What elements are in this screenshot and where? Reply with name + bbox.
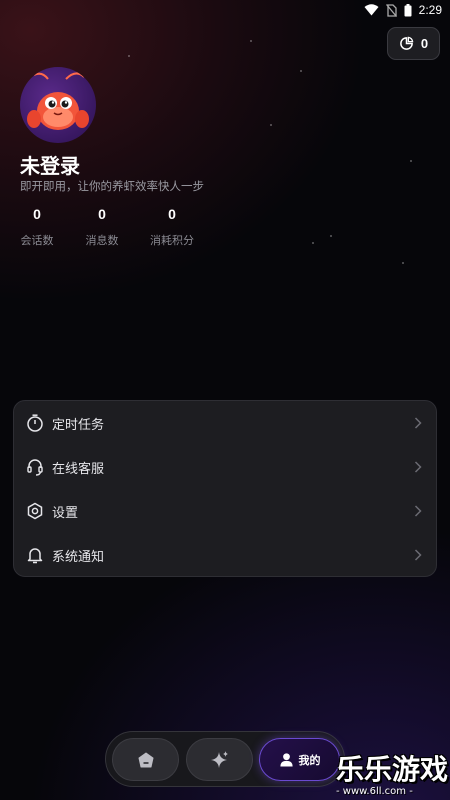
chevron-right-icon (414, 417, 422, 429)
bottom-nav: 我的 (105, 731, 345, 787)
chevron-right-icon (414, 549, 422, 561)
background-star (410, 160, 412, 162)
watermark: 乐乐游戏 - www.6ll.com - (336, 748, 450, 800)
points-value: 0 (420, 36, 429, 51)
stat-value: 0 (168, 206, 176, 222)
background-star (270, 124, 272, 126)
status-time: 2:29 (418, 3, 442, 17)
menu-item-label: 系统通知 (52, 549, 105, 565)
nav-profile-label: 我的 (298, 753, 321, 767)
background-star (330, 235, 332, 237)
stat-value: 0 (98, 206, 106, 222)
stat-label: 会话数 (20, 234, 54, 247)
menu-item-system-notifications[interactable]: 系统通知 (14, 533, 436, 577)
stat-value: 0 (33, 206, 41, 222)
person-icon (279, 753, 293, 767)
chevron-right-icon (414, 505, 422, 517)
nav-home-button[interactable] (112, 738, 179, 781)
menu-item-label: 定时任务 (52, 417, 105, 433)
menu-card: 定时任务 在线客服 设置 系统通知 (13, 400, 437, 577)
stat-label: 消耗积分 (150, 234, 194, 247)
menu-item-customer-service[interactable]: 在线客服 (14, 445, 436, 489)
points-icon (400, 36, 414, 50)
menu-item-scheduled-tasks[interactable]: 定时任务 (14, 401, 436, 445)
menu-item-label: 在线客服 (52, 461, 105, 477)
sparkle-icon (210, 750, 228, 768)
timer-icon (27, 414, 43, 432)
no-sim-icon (385, 3, 397, 17)
background-star (402, 262, 404, 264)
menu-item-label: 设置 (52, 505, 79, 521)
lobster-mascot-icon (27, 72, 89, 130)
background-star (250, 40, 252, 42)
home-icon (138, 752, 153, 767)
nav-ai-button[interactable] (186, 738, 253, 781)
headset-icon (27, 459, 43, 476)
chevron-right-icon (414, 461, 422, 473)
stat-sessions: 0 会话数 (20, 206, 54, 248)
stat-messages: 0 消息数 (85, 206, 119, 248)
status-bar: 2:29 (0, 0, 450, 22)
wifi-icon (364, 4, 379, 16)
settings-hexagon-icon (27, 502, 43, 520)
background-star (300, 70, 302, 72)
menu-item-settings[interactable]: 设置 (14, 489, 436, 533)
background-star (312, 242, 314, 244)
stat-points-used: 0 消耗积分 (149, 206, 195, 248)
nav-profile-button[interactable]: 我的 (259, 738, 340, 781)
battery-icon (404, 3, 412, 16)
watermark-text: 乐乐游戏 (336, 753, 449, 786)
stat-label: 消息数 (85, 234, 119, 247)
avatar[interactable] (20, 67, 96, 143)
points-badge[interactable]: 0 (387, 27, 440, 60)
profile-name[interactable]: 未登录 (20, 150, 80, 179)
background-star (128, 55, 130, 57)
bell-icon (27, 548, 43, 564)
profile-slogan: 即开即用，让你的养虾效率快人一步 (20, 179, 204, 193)
